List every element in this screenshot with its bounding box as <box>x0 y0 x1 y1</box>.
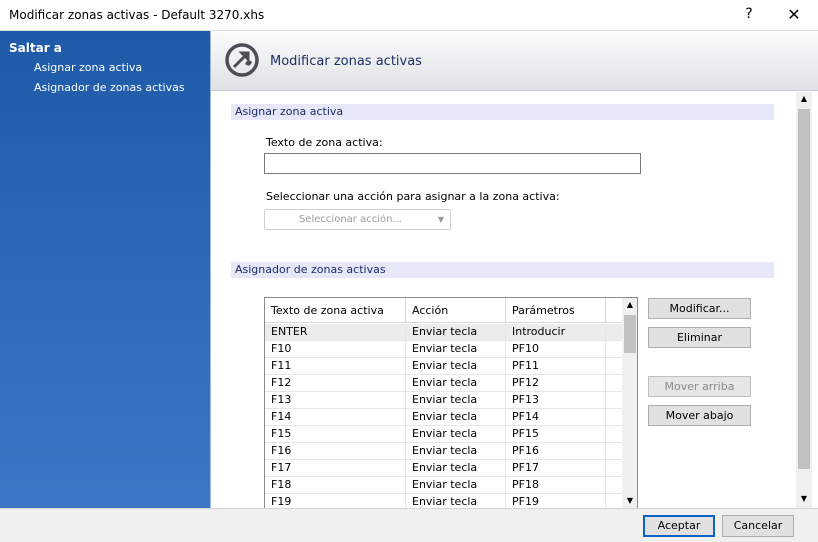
cell-filler <box>606 409 622 426</box>
cell-action: Enviar tecla <box>406 358 506 375</box>
page-title: Modificar zonas activas <box>270 54 422 69</box>
table-row[interactable]: ENTER Enviar tecla Introducir <box>265 324 622 341</box>
scroll-down-icon[interactable]: ▼ <box>622 496 637 505</box>
table-row[interactable]: F16 Enviar tecla PF16 <box>265 443 622 460</box>
table-row[interactable]: F19 Enviar tecla PF19 <box>265 494 622 508</box>
cell-filler <box>606 392 622 409</box>
content-scrollbar[interactable]: ▲ ▼ <box>796 92 812 508</box>
cell-params: PF17 <box>506 460 606 477</box>
sidebar-item-asignar-zona-activa[interactable]: Asignar zona activa <box>34 61 142 74</box>
cell-action: Enviar tecla <box>406 324 506 341</box>
table-row[interactable]: F18 Enviar tecla PF18 <box>265 477 622 494</box>
cell-hotspot-text: F18 <box>265 477 406 494</box>
help-button[interactable]: ? <box>742 6 756 22</box>
cell-action: Enviar tecla <box>406 477 506 494</box>
cell-hotspot-text: F14 <box>265 409 406 426</box>
cell-action: Enviar tecla <box>406 494 506 508</box>
sidebar-heading: Saltar a <box>9 41 62 55</box>
hotspot-text-label: Texto de zona activa: <box>266 136 383 149</box>
close-button[interactable]: ✕ <box>786 5 802 24</box>
hotspot-table[interactable]: Texto de zona activa Acción Parámetros E… <box>264 297 638 508</box>
table-row[interactable]: F14 Enviar tecla PF14 <box>265 409 622 426</box>
table-scroll-thumb[interactable] <box>624 315 636 353</box>
hotspot-settings-icon <box>225 43 259 77</box>
delete-button[interactable]: Eliminar <box>648 327 751 348</box>
move-up-button[interactable]: Mover arriba <box>648 376 751 397</box>
table-header: Texto de zona activa Acción Parámetros <box>265 298 622 323</box>
cancel-button[interactable]: Cancelar <box>722 515 794 537</box>
cell-params: PF12 <box>506 375 606 392</box>
cell-hotspot-text: F12 <box>265 375 406 392</box>
sidebar-item-asignador-de-zonas[interactable]: Asignador de zonas activas <box>34 81 185 94</box>
sidebar: Saltar a Asignar zona activa Asignador d… <box>0 31 211 508</box>
cell-action: Enviar tecla <box>406 341 506 358</box>
chevron-down-icon: ▼ <box>437 215 444 224</box>
cell-hotspot-text: ENTER <box>265 324 406 341</box>
cell-hotspot-text: F15 <box>265 426 406 443</box>
cell-hotspot-text: F19 <box>265 494 406 508</box>
cell-hotspot-text: F13 <box>265 392 406 409</box>
column-header-text[interactable]: Texto de zona activa <box>265 298 406 323</box>
cell-params: PF16 <box>506 443 606 460</box>
scroll-down-icon[interactable]: ▼ <box>796 494 812 503</box>
action-select-label: Seleccionar una acción para asignar a la… <box>266 190 560 203</box>
modify-button[interactable]: Modificar... <box>648 298 751 319</box>
page-header: Modificar zonas activas <box>211 31 818 91</box>
cell-params: PF10 <box>506 341 606 358</box>
cell-hotspot-text: F11 <box>265 358 406 375</box>
cell-filler <box>606 324 622 341</box>
cell-action: Enviar tecla <box>406 460 506 477</box>
cell-params: PF15 <box>506 426 606 443</box>
cell-hotspot-text: F17 <box>265 460 406 477</box>
cell-params: PF18 <box>506 477 606 494</box>
cell-params: Introducir <box>506 324 606 341</box>
cell-action: Enviar tecla <box>406 443 506 460</box>
cell-filler <box>606 494 622 508</box>
scroll-up-icon[interactable]: ▲ <box>796 94 812 103</box>
action-select-placeholder: Seleccionar acción... <box>299 214 402 225</box>
cell-params: PF19 <box>506 494 606 508</box>
column-header-params[interactable]: Parámetros <box>506 298 606 323</box>
cell-filler <box>606 443 622 460</box>
cell-filler <box>606 341 622 358</box>
table-row[interactable]: F10 Enviar tecla PF10 <box>265 341 622 358</box>
cell-filler <box>606 375 622 392</box>
content-scroll-thumb[interactable] <box>798 109 810 469</box>
cell-hotspot-text: F10 <box>265 341 406 358</box>
title-bar: Modificar zonas activas - Default 3270.x… <box>0 0 818 31</box>
cell-params: PF13 <box>506 392 606 409</box>
cell-params: PF14 <box>506 409 606 426</box>
table-body: ENTER Enviar tecla Introducir F10 Enviar tec… <box>265 324 622 508</box>
move-down-button[interactable]: Mover abajo <box>648 405 751 426</box>
action-select[interactable]: Seleccionar acción... ▼ <box>264 209 451 230</box>
table-row[interactable]: F15 Enviar tecla PF15 <box>265 426 622 443</box>
window-title: Modificar zonas activas - Default 3270.x… <box>9 8 265 22</box>
cell-action: Enviar tecla <box>406 426 506 443</box>
cell-filler <box>606 358 622 375</box>
cell-filler <box>606 426 622 443</box>
section-mapper-title: Asignador de zonas activas <box>231 262 774 278</box>
hotspot-text-input[interactable] <box>264 153 641 174</box>
section-assign-title: Asignar zona activa <box>231 104 774 120</box>
column-header-filler <box>606 298 622 323</box>
cell-action: Enviar tecla <box>406 409 506 426</box>
cell-hotspot-text: F16 <box>265 443 406 460</box>
table-scrollbar[interactable]: ▲ ▼ <box>622 298 637 508</box>
main-content: Asignar zona activa Texto de zona activa… <box>211 92 796 508</box>
table-row[interactable]: F12 Enviar tecla PF12 <box>265 375 622 392</box>
cell-action: Enviar tecla <box>406 392 506 409</box>
cell-filler <box>606 460 622 477</box>
scroll-up-icon[interactable]: ▲ <box>622 300 637 309</box>
cell-params: PF11 <box>506 358 606 375</box>
dialog-footer: Aceptar Cancelar <box>0 508 818 542</box>
ok-button[interactable]: Aceptar <box>643 515 715 537</box>
cell-action: Enviar tecla <box>406 375 506 392</box>
cell-filler <box>606 477 622 494</box>
column-header-action[interactable]: Acción <box>406 298 506 323</box>
table-row[interactable]: F13 Enviar tecla PF13 <box>265 392 622 409</box>
table-row[interactable]: F11 Enviar tecla PF11 <box>265 358 622 375</box>
table-row[interactable]: F17 Enviar tecla PF17 <box>265 460 622 477</box>
